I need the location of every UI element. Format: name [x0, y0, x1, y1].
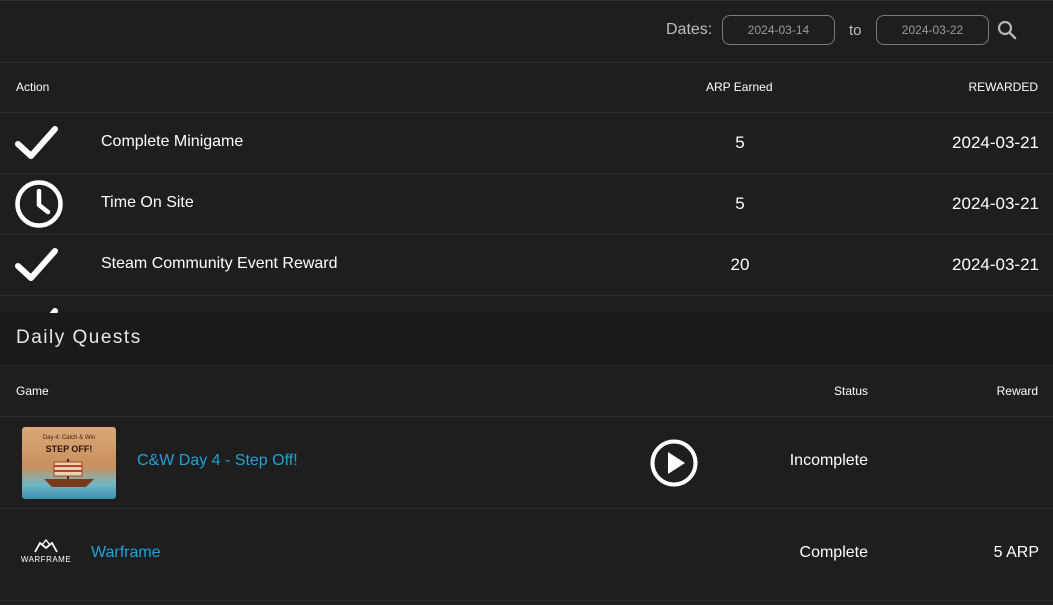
dates-label: Dates: [666, 21, 713, 38]
activity-date: 2024-03-21 [952, 194, 1039, 213]
activity-row: Time On Site 5 2024-03-21 [0, 174, 1053, 235]
daily-quests-panel: Daily Quests Game Status Reward Day 4: C… [0, 313, 1053, 605]
quest-name-link[interactable]: Warframe [91, 544, 161, 562]
warframe-emblem-icon [34, 539, 58, 553]
activity-action: Time On Site [101, 194, 194, 211]
quest-reward: 5 ARP [993, 544, 1039, 561]
activity-arp: 5 [735, 194, 745, 213]
quest-thumbnail: Day 4: Catch & Win STEP OFF! [22, 427, 116, 499]
clock-icon [15, 180, 63, 228]
activity-arp: 20 [730, 255, 750, 274]
quest-status: Incomplete [789, 452, 868, 469]
warframe-logo: WARFRAME [18, 539, 74, 567]
daily-quests-title-bar: Daily Quests [0, 313, 1053, 366]
thumbnail-caption: Day 4: Catch & Win [42, 435, 96, 441]
to-date-input[interactable]: 2024-03-22 [876, 15, 989, 45]
quest-row: Day 4: Catch & Win STEP OFF! C&W Day 4 -… [0, 417, 1053, 509]
rewarded-column-header: REWARDED [968, 80, 1038, 94]
activity-header-row: Action ARP Earned REWARDED [0, 62, 1053, 113]
activity-action: Complete Minigame [101, 133, 244, 150]
from-date-input[interactable]: 2024-03-14 [722, 15, 835, 45]
checkmark-icon [15, 248, 58, 281]
quest-status: Complete [799, 544, 868, 561]
warframe-logo-text: WARFRAME [20, 555, 72, 564]
quest-row: WARFRAME Warframe Complete 5 ARP [0, 509, 1053, 601]
activity-panel: Dates: 2024-03-14 to 2024-03-22 Action A… [0, 0, 1053, 314]
reward-column-header: Reward [996, 384, 1038, 398]
status-column-header: Status [834, 384, 869, 398]
to-label: to [849, 22, 862, 39]
game-column-header: Game [16, 384, 49, 398]
activity-arp: 5 [735, 133, 745, 152]
quest-name-link[interactable]: C&W Day 4 - Step Off! [137, 452, 298, 470]
activity-action: Steam Community Event Reward [101, 255, 338, 272]
search-icon[interactable] [997, 20, 1017, 40]
daily-quests-title: Daily Quests [16, 327, 142, 348]
action-column-header: Action [16, 80, 50, 94]
activity-date: 2024-03-21 [952, 255, 1039, 274]
checkmark-icon [15, 126, 58, 159]
arp-column-header: ARP Earned [706, 80, 773, 94]
activity-row: Steam Community Event Reward 20 2024-03-… [0, 235, 1053, 296]
activity-date: 2024-03-21 [952, 133, 1039, 152]
date-filter-bar: Dates: 2024-03-14 to 2024-03-22 [0, 1, 1053, 63]
activity-row: Complete Minigame 5 2024-03-21 [0, 113, 1053, 174]
thumbnail-title: STEP OFF! [45, 444, 93, 454]
ship-icon [44, 459, 94, 487]
quests-header-row: Game Status Reward [0, 366, 1053, 417]
